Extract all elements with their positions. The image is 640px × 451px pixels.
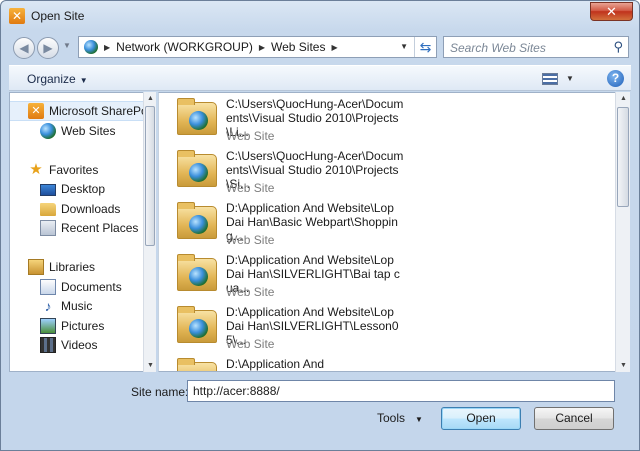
organize-button[interactable]: Organize ▼ <box>27 72 88 86</box>
sidebar-item-recent-places[interactable]: Recent Places <box>10 218 156 238</box>
sidebar-item-videos[interactable]: Videos <box>10 335 156 355</box>
scroll-up-icon[interactable]: ▲ <box>620 95 627 102</box>
site-name-input[interactable] <box>187 380 615 402</box>
tools-label: Tools <box>377 411 406 425</box>
command-bar: Organize ▼ ▼ ? <box>9 65 631 91</box>
chevron-down-icon: ▼ <box>415 415 423 424</box>
web-folder-icon <box>177 358 217 371</box>
pictures-icon <box>40 318 56 334</box>
sidebar-item-label: Libraries <box>49 260 96 274</box>
site-name-label: Site name: <box>131 385 189 399</box>
web-folder-icon <box>177 202 217 239</box>
sidebar-item-label: Desktop <box>61 182 106 196</box>
sidebar-item-music[interactable]: ♪ Music <box>10 296 156 316</box>
file-type: Web Site <box>226 233 275 247</box>
navigation-pane: ✕ Microsoft SharePoint Sites Web Sites ★… <box>9 92 156 372</box>
sidebar-item-label: Pictures <box>61 319 105 333</box>
web-folder-icon <box>177 254 217 291</box>
cancel-button[interactable]: Cancel <box>534 407 614 430</box>
chevron-right-icon[interactable]: ▶ <box>331 43 337 52</box>
address-bar[interactable]: ▶ Network (WORKGROUP) ▶ Web Sites ▶ ▼ <box>78 36 437 58</box>
file-type: Web Site <box>226 181 275 195</box>
back-button[interactable]: ◀ <box>13 37 35 59</box>
sidebar-item-label: Documents <box>61 280 122 294</box>
refresh-button[interactable]: ⇆ <box>414 37 436 57</box>
sidebar-item-label: Favorites <box>49 163 99 177</box>
web-folder-icon <box>177 98 217 135</box>
search-placeholder: Search Web Sites <box>450 41 546 55</box>
close-button[interactable]: ✕ <box>590 2 633 21</box>
file-list-scrollbar[interactable]: ▲ ▼ <box>615 92 630 372</box>
scroll-down-icon[interactable]: ▼ <box>620 362 627 369</box>
sidebar-item-label: Microsoft SharePoint Sites <box>49 104 156 118</box>
search-icon[interactable]: ⚲ <box>613 39 623 55</box>
videos-icon <box>40 337 56 353</box>
list-item[interactable]: D:\Application And Website\Lop Dai Han\S… <box>159 301 609 353</box>
sidebar-item-sharepoint-sites[interactable]: ✕ Microsoft SharePoint Sites <box>10 101 156 121</box>
star-icon: ★ <box>29 161 43 178</box>
scroll-up-icon[interactable]: ▲ <box>147 95 154 102</box>
recent-locations-dropdown[interactable]: ▼ <box>63 41 71 50</box>
scroll-thumb[interactable] <box>145 106 155 246</box>
help-icon[interactable]: ? <box>607 70 624 87</box>
sidebar-item-web-sites[interactable]: Web Sites <box>10 121 156 141</box>
network-globe-icon <box>84 40 98 54</box>
desktop-icon <box>40 184 56 196</box>
list-item[interactable]: D:\Application And <box>159 353 609 371</box>
open-site-dialog: ✕ Open Site ✕ ◀ ▶ ▼ ▶ Network (WORKGROUP… <box>0 0 640 451</box>
music-icon: ♪ <box>44 298 52 314</box>
file-type: Web Site <box>226 337 275 351</box>
sidebar-item-label: Recent Places <box>61 221 139 235</box>
view-options-dropdown-icon[interactable]: ▼ <box>566 74 574 83</box>
scroll-thumb[interactable] <box>617 107 629 207</box>
sharepoint-designer-icon: ✕ <box>9 8 25 24</box>
search-box[interactable]: Search Web Sites ⚲ <box>443 36 629 58</box>
chevron-down-icon: ▼ <box>79 76 88 85</box>
recent-places-icon <box>40 220 56 236</box>
globe-icon <box>40 123 56 139</box>
window-title: Open Site <box>31 9 85 23</box>
sidebar-item-label: Web Sites <box>61 124 116 138</box>
file-type: Web Site <box>226 285 275 299</box>
sharepoint-icon: ✕ <box>28 103 44 119</box>
downloads-folder-icon <box>40 202 56 216</box>
change-view-icon[interactable] <box>542 73 558 85</box>
sidebar-item-pictures[interactable]: Pictures <box>10 316 156 336</box>
sidebar-item-label: Videos <box>61 338 98 352</box>
file-type: Web Site <box>226 129 275 143</box>
organize-label: Organize <box>27 72 76 86</box>
sidebar-item-desktop[interactable]: Desktop <box>10 179 156 199</box>
tools-button[interactable]: Tools ▼ <box>377 411 423 425</box>
chevron-right-icon[interactable]: ▶ <box>259 43 265 52</box>
file-name: D:\Application And <box>226 357 325 371</box>
documents-icon <box>40 279 56 295</box>
open-button[interactable]: Open <box>441 407 521 430</box>
breadcrumb-web-sites[interactable]: Web Sites <box>271 40 325 54</box>
sidebar-item-favorites[interactable]: ★ Favorites <box>10 160 156 180</box>
chevron-right-icon[interactable]: ▶ <box>104 43 110 52</box>
libraries-icon <box>28 259 44 275</box>
breadcrumb-network[interactable]: Network (WORKGROUP) <box>116 40 253 54</box>
sidebar-item-label: Downloads <box>61 202 121 216</box>
title-bar: ✕ Open Site ✕ <box>1 1 639 31</box>
web-folder-icon <box>177 306 217 343</box>
sidebar-item-label: Music <box>61 299 93 313</box>
list-item[interactable]: C:\Users\QuocHung-Acer\Documents\Visual … <box>159 93 609 145</box>
navigation-scrollbar[interactable]: ▲ ▼ <box>143 92 156 372</box>
sidebar-item-libraries[interactable]: Libraries <box>10 257 156 277</box>
sidebar-item-downloads[interactable]: Downloads <box>10 199 156 219</box>
scroll-down-icon[interactable]: ▼ <box>147 362 154 369</box>
file-list: C:\Users\QuocHung-Acer\Documents\Visual … <box>158 92 617 372</box>
forward-button[interactable]: ▶ <box>37 37 59 59</box>
list-item[interactable]: C:\Users\QuocHung-Acer\Documents\Visual … <box>159 145 609 197</box>
list-item[interactable]: D:\Application And Website\Lop Dai Han\S… <box>159 249 609 301</box>
list-item[interactable]: D:\Application And Website\Lop Dai Han\B… <box>159 197 609 249</box>
sidebar-item-documents[interactable]: Documents <box>10 277 156 297</box>
web-folder-icon <box>177 150 217 187</box>
address-dropdown-icon[interactable]: ▼ <box>400 42 408 51</box>
